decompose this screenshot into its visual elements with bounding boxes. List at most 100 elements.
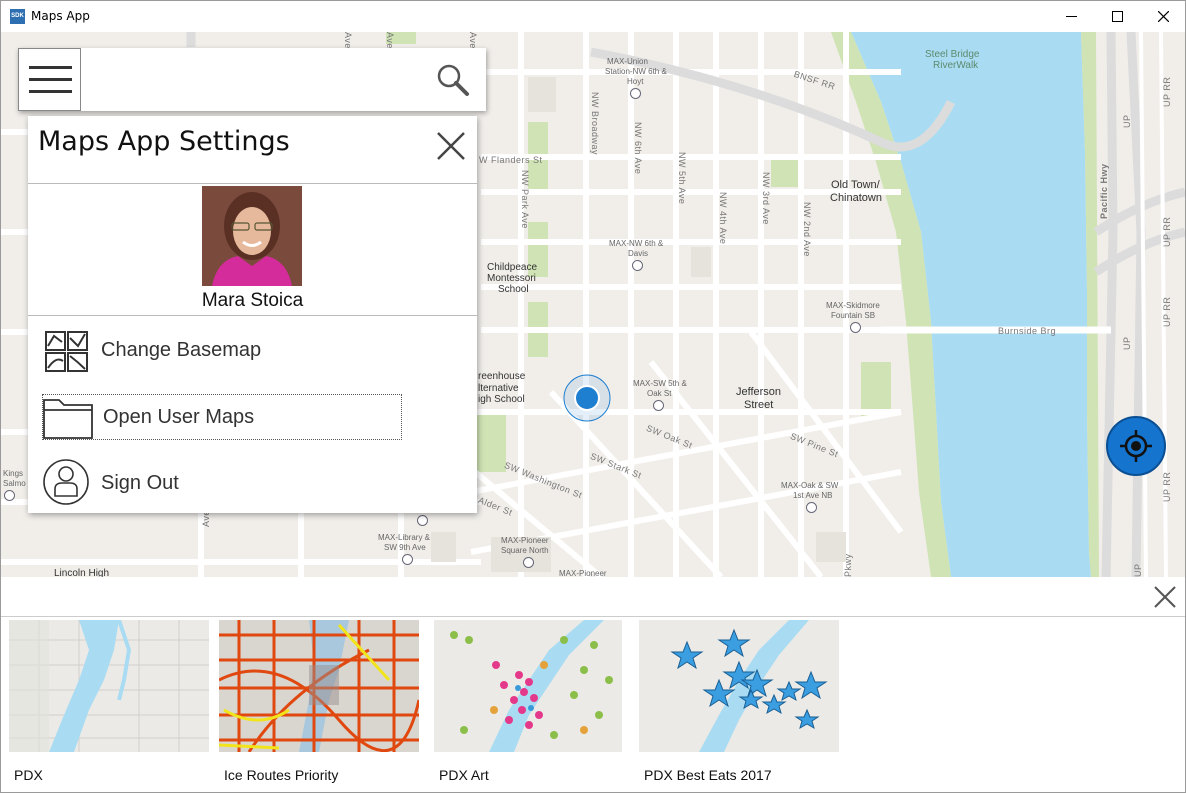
map-label: MAX-Pioneer	[559, 569, 607, 577]
street-label: NW 5th Ave	[677, 152, 687, 205]
map-thumbnail	[434, 620, 622, 752]
window-title: Maps App	[31, 9, 90, 23]
transit-stop-icon	[402, 554, 413, 565]
transit-stop-icon	[653, 400, 664, 411]
avatar	[202, 186, 302, 286]
map-thumbnail	[219, 620, 419, 752]
map-label: 1st Ave NB	[793, 491, 833, 500]
street-label: NW 6th Ave	[633, 122, 643, 175]
search-icon	[437, 64, 469, 96]
settings-close-button[interactable]	[436, 131, 466, 161]
street-label: Burnside Brg	[998, 326, 1057, 336]
divider	[28, 315, 477, 316]
minimize-button[interactable]	[1049, 1, 1095, 32]
settings-panel: Maps App Settings Mara Stoica Change Bas…	[28, 116, 477, 513]
map-label: MAX-NW 6th &	[609, 239, 664, 248]
map-label: Steel Bridge	[925, 49, 980, 60]
folder-icon	[43, 395, 93, 441]
transit-stop-icon	[806, 502, 817, 513]
map-label: MAX-Pioneer	[501, 536, 549, 545]
street-label: NW Park Ave	[520, 170, 530, 229]
user-icon	[42, 459, 90, 505]
street-label: W Flanders St	[479, 155, 543, 165]
street-label: UP RR	[1162, 471, 1172, 502]
map-label: Hoyt	[627, 77, 644, 86]
map-label: Square North	[501, 546, 549, 555]
transit-stop-icon	[632, 260, 643, 271]
transit-stop-icon	[417, 515, 428, 526]
street-label: UP RR	[1162, 216, 1172, 247]
street-label: NW 2nd Ave	[802, 202, 812, 257]
map-label: Fountain SB	[831, 311, 876, 320]
locate-me-button[interactable]	[1106, 416, 1166, 476]
map-label: igh School	[478, 394, 525, 405]
menu-item-label: Open User Maps	[103, 406, 255, 428]
street-label: Ave	[468, 32, 478, 49]
map-card[interactable]: PDX Best Eats 2017	[639, 620, 839, 790]
map-label: SW 9th Ave	[384, 543, 426, 552]
transit-stop-icon	[523, 557, 534, 568]
street-label: NW 3rd Ave	[761, 172, 771, 225]
map-label: MAX-Union	[607, 57, 648, 66]
user-name: Mara Stoica	[201, 290, 304, 311]
map-label: Lincoln High	[54, 568, 110, 577]
hamburger-icon	[29, 66, 72, 69]
map-card-title: Ice Routes Priority	[224, 767, 339, 783]
divider	[1, 616, 1185, 617]
map-label: MAX-Skidmore	[826, 301, 880, 310]
hamburger-icon	[29, 90, 72, 93]
close-icon	[1154, 586, 1176, 608]
maximize-icon	[1112, 11, 1123, 22]
map-label: Chinatown	[830, 192, 882, 204]
map-label: Oak St	[647, 389, 672, 398]
hamburger-icon	[29, 78, 72, 81]
divider	[28, 183, 477, 184]
locate-crosshair-icon	[1120, 430, 1152, 462]
street-label: UP RR	[1162, 296, 1172, 327]
search-button[interactable]	[436, 63, 470, 97]
maximize-button[interactable]	[1095, 1, 1141, 32]
map-label: RiverWalk	[933, 60, 979, 71]
close-window-button[interactable]	[1141, 1, 1185, 32]
map-label: Station-NW 6th &	[605, 67, 667, 76]
map-card[interactable]: PDX	[9, 620, 209, 790]
current-location-dot	[563, 374, 611, 422]
menu-item-label: Change Basemap	[101, 339, 262, 361]
map-label: Street	[744, 399, 774, 411]
settings-title: Maps App Settings	[38, 126, 290, 157]
street-label: Pacific Hwy	[1099, 163, 1109, 219]
map-thumbnail	[9, 620, 209, 752]
map-label: Salmo	[3, 479, 26, 488]
map-label: Old Town/	[831, 179, 880, 191]
app-window: SDK Maps App Steel Bridge RiverWalk BNSF…	[0, 0, 1186, 793]
map-card-title: PDX Art	[439, 767, 489, 783]
title-bar: SDK Maps App	[1, 1, 1185, 32]
open-user-maps-button[interactable]: Open User Maps	[42, 394, 402, 440]
app-icon: SDK	[10, 9, 25, 24]
gallery-close-button[interactable]	[1152, 584, 1178, 610]
street-label: Ave	[385, 32, 395, 49]
basemap-grid-icon	[42, 328, 90, 374]
map-label: MAX-Oak & SW	[781, 481, 839, 490]
maps-gallery-panel: PDX Ice Routes Priority PDX Art PDX Best…	[1, 577, 1185, 792]
sign-out-button[interactable]: Sign Out	[42, 459, 402, 505]
map-label: Davis	[628, 249, 649, 258]
minimize-icon	[1066, 16, 1077, 17]
map-thumbnail	[639, 620, 839, 752]
transit-stop-icon	[630, 88, 641, 99]
street-label: UP	[1133, 563, 1143, 577]
change-basemap-button[interactable]: Change Basemap	[42, 328, 402, 374]
street-label: Ave	[343, 32, 353, 49]
street-label: UP RR	[1162, 76, 1172, 107]
search-bar	[18, 48, 486, 111]
map-label: MAX-SW 5th &	[633, 379, 687, 388]
map-label: Jefferson	[736, 386, 782, 398]
map-card-title: PDX Best Eats 2017	[644, 767, 772, 783]
map-card[interactable]: Ice Routes Priority	[219, 620, 419, 790]
map-card[interactable]: PDX Art	[434, 620, 622, 790]
street-label: UP	[1122, 114, 1132, 128]
menu-button[interactable]	[18, 48, 81, 111]
street-label: NW 4th Ave	[718, 192, 728, 245]
transit-stop-icon	[850, 322, 861, 333]
map-card-title: PDX	[14, 767, 43, 783]
